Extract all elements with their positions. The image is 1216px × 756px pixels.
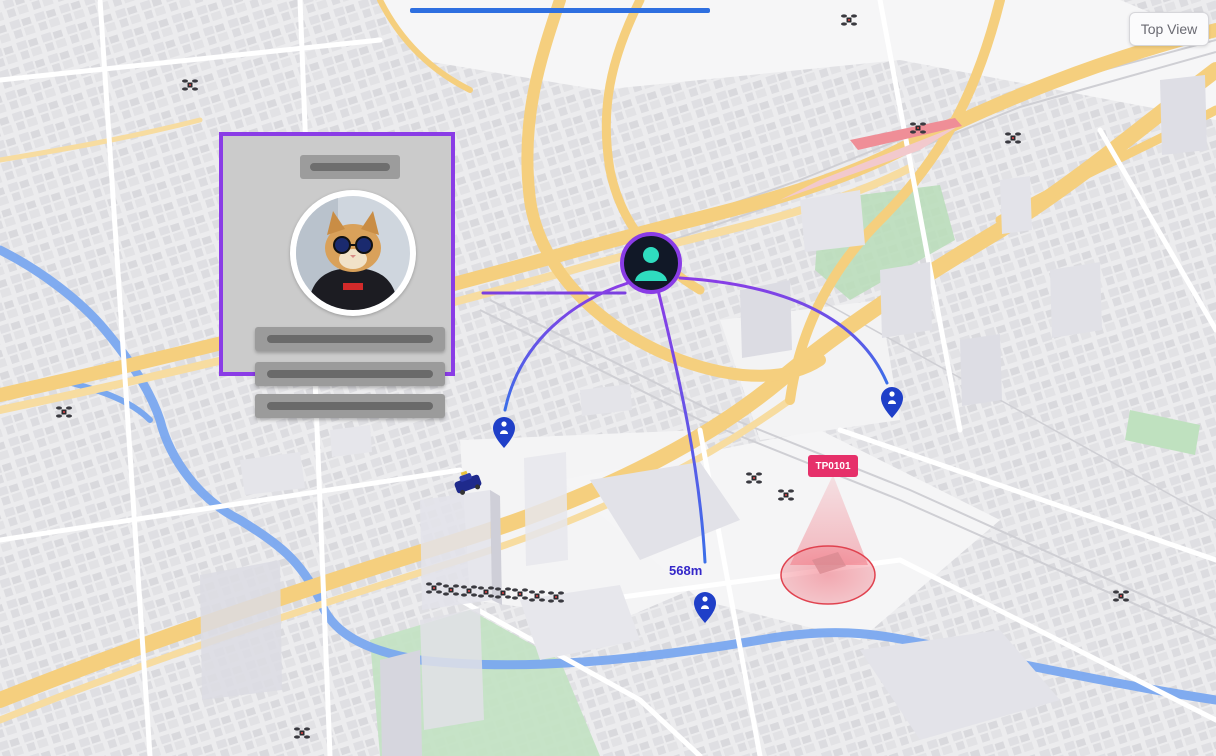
- camera-tag-badge[interactable]: TP0101: [808, 455, 858, 477]
- card-field-2: [255, 362, 445, 386]
- cat-avatar-image: [296, 196, 410, 310]
- city-map[interactable]: [0, 0, 1216, 756]
- card-name-placeholder: [300, 155, 400, 179]
- distance-label: 568m: [669, 563, 703, 578]
- top-toolbar-edge: [0, 0, 1216, 13]
- user-marker[interactable]: [620, 232, 682, 294]
- card-field-1: [255, 327, 445, 351]
- card-field-3: [255, 394, 445, 418]
- avatar: [290, 190, 416, 316]
- map-view[interactable]: 568m TP0101 Top View: [0, 0, 1216, 756]
- profile-card[interactable]: [219, 132, 455, 386]
- top-view-button[interactable]: Top View: [1129, 12, 1209, 46]
